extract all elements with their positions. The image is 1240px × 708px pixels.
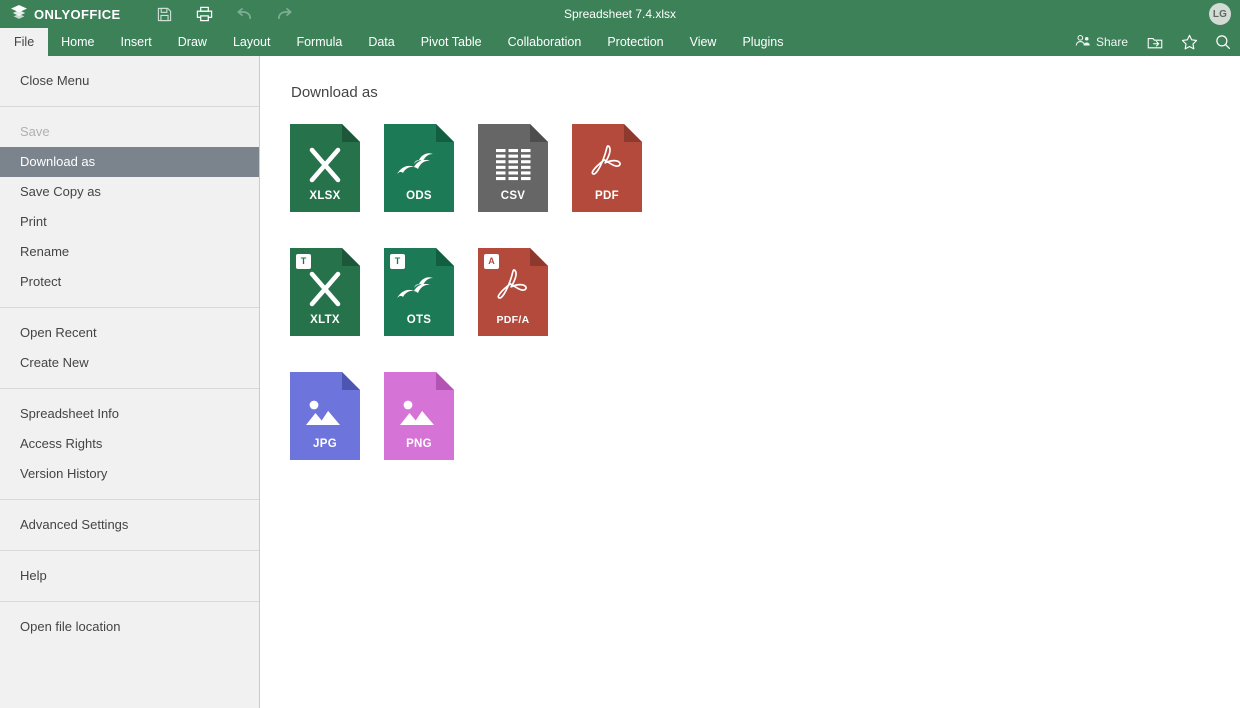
tab-formula[interactable]: Formula [283, 28, 355, 56]
app-header: ONLYOFFICE Spreadsheet 7.4.xlsx LG [0, 0, 1240, 28]
search-icon[interactable] [1206, 28, 1240, 56]
menu-group-settings: Advanced Settings [0, 499, 259, 550]
tab-plugins[interactable]: Plugins [729, 28, 796, 56]
avatar[interactable]: LG [1209, 3, 1231, 25]
page-title: Download as [291, 84, 378, 101]
download-format-pdf[interactable]: PDF [572, 124, 666, 212]
download-format-csv[interactable]: CSV [478, 124, 572, 212]
undo-icon[interactable] [225, 0, 265, 28]
tab-protection[interactable]: Protection [594, 28, 676, 56]
brand: ONLYOFFICE [11, 0, 121, 28]
template-badge: A [484, 254, 499, 269]
menu-group-info: Spreadsheet Info Access Rights Version H… [0, 388, 259, 499]
tab-home[interactable]: Home [48, 28, 107, 56]
format-row: T XLTX T OTS A PDF/A [290, 248, 1240, 336]
format-grid: XLSX ODS CSV PDF T XLTX T OTS A PDF/A JPG PNG [290, 124, 1240, 460]
menu-group-file-location: Open file location [0, 601, 259, 652]
download-format-pdf-a[interactable]: A PDF/A [478, 248, 572, 336]
menu-item-save: Save [20, 124, 50, 139]
tab-file[interactable]: File [0, 28, 49, 56]
favorite-star-icon[interactable] [1172, 28, 1206, 56]
share-people-icon [1075, 34, 1091, 50]
file-type-icon: CSV [478, 124, 548, 212]
tab-view[interactable]: View [677, 28, 730, 56]
download-format-png[interactable]: PNG [384, 372, 478, 460]
download-format-xlsx[interactable]: XLSX [290, 124, 384, 212]
download-format-jpg[interactable]: JPG [290, 372, 384, 460]
tab-draw[interactable]: Draw [165, 28, 220, 56]
save-icon[interactable] [145, 0, 185, 28]
menu-item-access-rights[interactable]: Access Rights [0, 429, 259, 459]
download-format-ots[interactable]: T OTS [384, 248, 478, 336]
menu-group-help: Help [0, 550, 259, 601]
format-row: JPG PNG [290, 372, 1240, 460]
menu-item-create-new[interactable]: Create New [0, 348, 259, 378]
menu-item-open-file-location[interactable]: Open file location [0, 612, 259, 642]
share-label: Share [1095, 35, 1128, 49]
redo-icon[interactable] [265, 0, 305, 28]
brand-name: ONLYOFFICE [34, 6, 121, 22]
tab-pivot-table[interactable]: Pivot Table [408, 28, 495, 56]
menu-item-download-as[interactable]: Download as [0, 147, 259, 177]
menu-item-advanced-settings[interactable]: Advanced Settings [0, 510, 259, 540]
menu-group-close: Close Menu [0, 56, 259, 106]
menu-item-open-recent[interactable]: Open Recent [0, 318, 259, 348]
menu-group-open-create: Open Recent Create New [0, 307, 259, 388]
quick-access-toolbar [145, 0, 305, 28]
file-type-icon: JPG [290, 372, 360, 460]
template-badge: T [390, 254, 405, 269]
file-type-icon: PDF [572, 124, 642, 212]
download-format-xltx[interactable]: T XLTX [290, 248, 384, 336]
menu-group-file-actions: Save Download as Save Copy as Print Rena… [0, 106, 259, 307]
file-type-icon: T OTS [384, 248, 454, 336]
download-format-ods[interactable]: ODS [384, 124, 478, 212]
template-badge: T [296, 254, 311, 269]
file-type-icon: ODS [384, 124, 454, 212]
menu-item-version-history[interactable]: Version History [0, 459, 259, 489]
menu-item-protect[interactable]: Protect [0, 267, 259, 297]
menu-item-print[interactable]: Print [0, 207, 259, 237]
menu-item-close-menu[interactable]: Close Menu [0, 66, 259, 96]
menu-item-spreadsheet-info[interactable]: Spreadsheet Info [0, 399, 259, 429]
file-type-icon: XLSX [290, 124, 360, 212]
format-row: XLSX ODS CSV PDF [290, 124, 1240, 212]
menu-item-rename[interactable]: Rename [0, 237, 259, 267]
download-as-panel: Download as XLSX ODS CSV PDF T XLTX T OTS A PDF/A… [260, 56, 1240, 708]
onlyoffice-logo-icon [11, 4, 27, 24]
header-right-tools: Share [1065, 28, 1240, 56]
ribbon-tab-bar: File Home Insert Draw Layout Formula Dat… [0, 28, 1240, 56]
file-type-icon: PNG [384, 372, 454, 460]
open-location-icon[interactable] [1138, 28, 1172, 56]
workspace: Close Menu Save Download as Save Copy as… [0, 56, 1240, 708]
share-button[interactable]: Share [1065, 28, 1138, 56]
tab-data[interactable]: Data [355, 28, 407, 56]
menu-item-save-copy-as[interactable]: Save Copy as [0, 177, 259, 207]
tab-collaboration[interactable]: Collaboration [495, 28, 595, 56]
menu-item-help[interactable]: Help [0, 561, 259, 591]
file-type-icon: A PDF/A [478, 248, 548, 336]
file-menu-sidebar: Close Menu Save Download as Save Copy as… [0, 56, 260, 708]
tab-layout[interactable]: Layout [220, 28, 284, 56]
print-icon[interactable] [185, 0, 225, 28]
file-type-icon: T XLTX [290, 248, 360, 336]
tab-insert[interactable]: Insert [108, 28, 165, 56]
